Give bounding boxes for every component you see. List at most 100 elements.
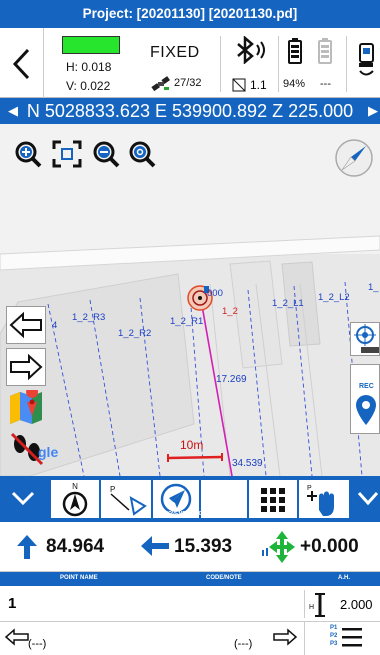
target-button[interactable]: [350, 322, 380, 356]
chevron-down-icon[interactable]: [10, 490, 36, 508]
previous-point-nav[interactable]: (---): [4, 624, 74, 654]
survey-map[interactable]: 000 1_2_R3 1_2_R2 1_2_R1 1_2 1_2_L1 1_2_…: [0, 124, 380, 476]
alignment-label: 1_2_R2: [118, 328, 152, 339]
offset-line-r2-outer: [89, 299, 121, 476]
fix-status-indicator: [62, 36, 120, 54]
offset-line-r2: [139, 297, 161, 476]
arrow-left-icon: [141, 536, 169, 556]
previous-point-button[interactable]: [6, 306, 46, 344]
point-name-value[interactable]: 1: [8, 595, 16, 612]
compass-icon: N: [62, 482, 88, 517]
compass-button[interactable]: N: [50, 479, 100, 519]
google-maps-button[interactable]: [8, 386, 44, 426]
alignment-label: 1_2_L1: [272, 298, 304, 309]
distance-label: 34.539: [232, 458, 263, 469]
zoom-in-icon[interactable]: [14, 140, 42, 168]
battery-icon: [288, 38, 302, 64]
offset-line-l1: [247, 289, 267, 476]
movement-indications: 84.964 15.393 +0.000: [0, 522, 380, 572]
arrow-up-icon: [17, 535, 37, 559]
point-navigation-row: (---) (---) P1 P2 P3: [0, 622, 380, 655]
north-compass-icon[interactable]: [334, 138, 374, 178]
fix-type: FIXED: [150, 44, 200, 61]
list-label: P2: [330, 633, 338, 639]
arrow-right-outline-icon: [273, 628, 298, 646]
svg-text:P: P: [110, 485, 115, 494]
chevron-left-icon: [12, 48, 30, 80]
svg-text:H: H: [309, 604, 314, 611]
divider: [346, 36, 347, 92]
height-adjust-icon: [262, 531, 295, 563]
list-label: P3: [330, 641, 338, 647]
divider: [278, 36, 279, 92]
arrow-left-outline-icon: [9, 311, 42, 339]
code-note-header: CODE/NOTE: [206, 575, 242, 581]
h-precision: H: 0.018: [66, 60, 112, 74]
list-label: P1: [330, 625, 338, 631]
rtk-age-value: 1.1: [250, 78, 267, 92]
receiver-device-icon[interactable]: [356, 42, 376, 80]
record-label: REC: [359, 383, 374, 390]
height-offset: +0.000: [300, 536, 359, 557]
scale-label: 10m: [180, 438, 204, 452]
window-title: Project: [20201130] [20201130.pd]: [0, 0, 380, 28]
alignment-label: 1_: [368, 282, 379, 293]
list-icon: [342, 628, 362, 647]
point-table-row[interactable]: 1 H 2.000: [0, 586, 380, 622]
arrow-right-outline-icon: [10, 353, 43, 381]
next-point-nav[interactable]: (---): [232, 624, 302, 654]
point-list-button[interactable]: P1 P2 P3: [330, 624, 370, 654]
alignment-label: 1_2_L2: [318, 292, 350, 303]
alignment-label: 1_2: [222, 306, 238, 317]
google-maps-icon: [10, 386, 42, 424]
distance-label: 17.269: [216, 374, 247, 385]
v-precision: V: 0.022: [66, 79, 111, 93]
alignment-label: 1_2_R3: [72, 312, 106, 323]
battery-level: 94%: [283, 78, 306, 90]
antenna-height-header: A.H.: [338, 575, 350, 581]
alignment-label: 1_2_R1: [170, 316, 204, 327]
add-point-hand-icon: P: [307, 485, 334, 516]
alignment-centerline: [199, 293, 233, 476]
divider: [304, 622, 305, 655]
crosshair-icon: [354, 324, 379, 353]
divider: [220, 36, 221, 92]
arrow-left-outline-icon: [4, 628, 29, 646]
add-point-button[interactable]: P: [298, 479, 350, 519]
satellite-icon: [151, 76, 170, 92]
east-offset: 15.393: [174, 536, 233, 557]
antenna-height-value[interactable]: 2.000: [340, 597, 373, 612]
current-coordinates-bar: ◀ N 5028833.623 E 539900.892 Z 225.000 ▶: [0, 98, 380, 124]
record-button[interactable]: REC: [350, 364, 380, 434]
satellite-count-value: 27/32: [174, 77, 202, 89]
battery-icon-secondary: [318, 38, 332, 64]
scale-bar: [167, 455, 223, 460]
location-pin-icon: [356, 395, 376, 425]
point-table-header: POINT NAME CODE/NOTE A.H.: [0, 572, 380, 586]
compass-north-letter: N: [72, 482, 78, 491]
arrow-right-icon: ▶: [368, 103, 378, 118]
alignment-label: 4: [52, 320, 58, 331]
chevron-down-icon[interactable]: [356, 490, 380, 508]
zoom-out-icon[interactable]: [92, 140, 120, 168]
add-point-letter: P: [307, 485, 312, 492]
north-offset: 84.964: [46, 536, 105, 557]
satellite-count: 27/32: [150, 76, 202, 95]
google-watermark: gle: [38, 444, 59, 460]
code-note-field[interactable]: [128, 590, 304, 618]
bluetooth-icon: [237, 36, 265, 64]
point-name-header: POINT NAME: [60, 575, 98, 581]
zoom-to-location-icon[interactable]: [128, 140, 156, 168]
zoom-extents-icon[interactable]: [52, 140, 82, 168]
antenna-height-icon: H: [309, 593, 325, 617]
next-point-value: (---): [234, 638, 253, 650]
previous-point-value: (---): [28, 638, 47, 650]
rtk-icon: [232, 78, 246, 92]
battery-level-secondary: ---: [320, 78, 331, 90]
next-point-button[interactable]: [6, 348, 46, 386]
movement-indications-label: MOVEMENT INDICATIONS: [163, 511, 227, 517]
divider: [304, 590, 305, 618]
offset-line-l2: [293, 285, 313, 476]
back-button[interactable]: [0, 28, 44, 98]
gnss-status-bar: H: 0.018 V: 0.022 FIXED 27/32 1.1 94% --…: [0, 28, 380, 98]
